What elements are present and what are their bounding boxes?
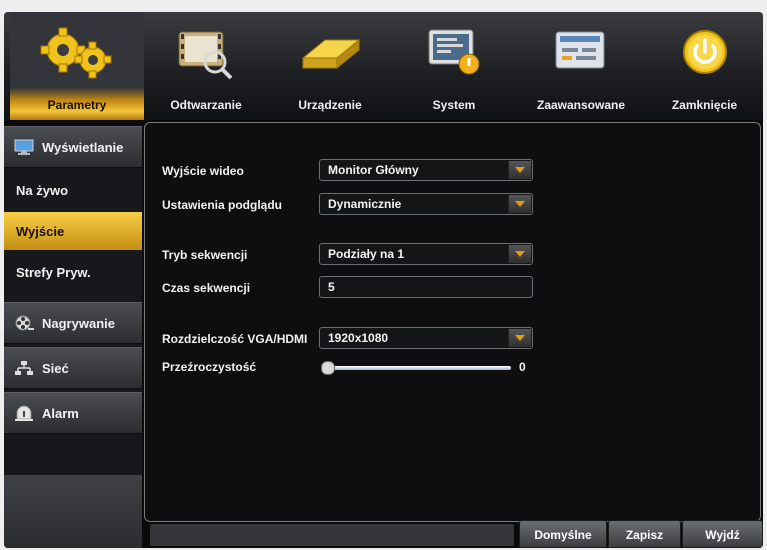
sidebar-item-siec[interactable]: Sieć <box>4 347 142 389</box>
advanced-icon <box>555 31 605 69</box>
sequence-mode-select[interactable]: Podziały na 1 <box>319 243 533 265</box>
dvr-settings-screen: Parametry Odtwarzanie Urządzenie System … <box>4 12 763 548</box>
video-output-label: Wyjście wideo <box>162 164 244 178</box>
chevron-down-icon[interactable] <box>508 161 531 179</box>
top-menu-zaawansowane[interactable]: Zaawansowane <box>516 12 646 120</box>
power-icon <box>682 30 727 74</box>
top-menu-label: System <box>432 98 476 112</box>
hard-drive-icon <box>301 38 361 70</box>
top-menu-label: Parametry <box>47 98 107 112</box>
sequence-time-label: Czas sekwencji <box>162 281 251 295</box>
top-menu-bar: Parametry Odtwarzanie Urządzenie System … <box>4 12 763 120</box>
playback-search-icon <box>178 31 233 80</box>
sequence-time-input[interactable]: 5 <box>319 276 533 298</box>
top-menu-label: Urządzenie <box>298 98 362 112</box>
chevron-down-icon[interactable] <box>508 329 531 347</box>
network-icon <box>15 361 33 375</box>
sequence-mode-value: Podziały na 1 <box>328 247 405 261</box>
preview-settings-value: Dynamicznie <box>328 197 402 211</box>
sidebar-item-wyjscie[interactable]: Wyjście <box>4 212 142 250</box>
top-menu-label: Zamknięcie <box>671 98 738 112</box>
top-menu-label: Zaawansowane <box>536 98 626 112</box>
gears-icon <box>40 27 112 79</box>
top-menu-label: Odtwarzanie <box>170 98 242 112</box>
sidebar-item-label: Alarm <box>42 405 79 421</box>
chevron-down-icon[interactable] <box>508 245 531 263</box>
settings-panel: Wyjście wideo Monitor Główny Ustawienia … <box>144 122 761 522</box>
resolution-select[interactable]: 1920x1080 <box>319 327 533 349</box>
preview-settings-select[interactable]: Dynamicznie <box>319 193 533 215</box>
sidebar-item-label: Sieć <box>42 360 69 376</box>
transparency-slider[interactable] <box>321 366 511 370</box>
transparency-label: Przeźroczystość <box>162 360 257 374</box>
sidebar-item-na-zywo[interactable]: Na żywo <box>4 169 142 211</box>
film-reel-icon <box>15 315 34 331</box>
sidebar-empty-area <box>4 475 142 548</box>
top-menu-odtwarzanie[interactable]: Odtwarzanie <box>144 12 268 120</box>
status-bar <box>150 524 514 546</box>
video-output-value: Monitor Główny <box>328 163 419 177</box>
exit-button[interactable]: Wyjdź <box>682 520 763 548</box>
transparency-value: 0 <box>519 360 526 374</box>
sidebar-item-label: Nagrywanie <box>42 315 115 331</box>
transparency-slider-handle[interactable] <box>321 361 335 375</box>
sequence-mode-label: Tryb sekwencji <box>162 248 248 262</box>
system-info-icon <box>428 29 480 75</box>
preview-settings-label: Ustawienia podglądu <box>162 198 283 212</box>
alarm-bell-icon <box>15 405 33 421</box>
sidebar-item-strefy-pryw[interactable]: Strefy Pryw. <box>4 251 142 293</box>
top-menu-system[interactable]: System <box>392 12 516 120</box>
sidebar-item-label: Na żywo <box>16 182 69 198</box>
sidebar-item-label: Strefy Pryw. <box>16 264 91 280</box>
sidebar-item-alarm[interactable]: Alarm <box>4 392 142 434</box>
default-button[interactable]: Domyślne <box>519 520 607 548</box>
sidebar: Wyświetlanie Na żywo Wyjście Strefy Pryw… <box>4 126 142 548</box>
sidebar-item-wyswietlanie[interactable]: Wyświetlanie <box>4 126 142 168</box>
resolution-label: Rozdzielczość VGA/HDMI <box>162 332 308 346</box>
sidebar-item-label: Wyjście <box>16 223 65 239</box>
resolution-value: 1920x1080 <box>328 331 389 345</box>
sidebar-item-label: Wyświetlanie <box>42 139 124 155</box>
save-button[interactable]: Zapisz <box>608 520 681 548</box>
monitor-icon <box>14 139 34 155</box>
top-menu-urzadzenie[interactable]: Urządzenie <box>268 12 392 120</box>
top-menu-zamkniecie[interactable]: Zamknięcie <box>646 12 763 120</box>
sequence-time-value: 5 <box>328 280 335 294</box>
chevron-down-icon[interactable] <box>508 195 531 213</box>
video-output-select[interactable]: Monitor Główny <box>319 159 533 181</box>
top-menu-parametry[interactable]: Parametry <box>10 12 144 120</box>
sidebar-item-nagrywanie[interactable]: Nagrywanie <box>4 302 142 344</box>
